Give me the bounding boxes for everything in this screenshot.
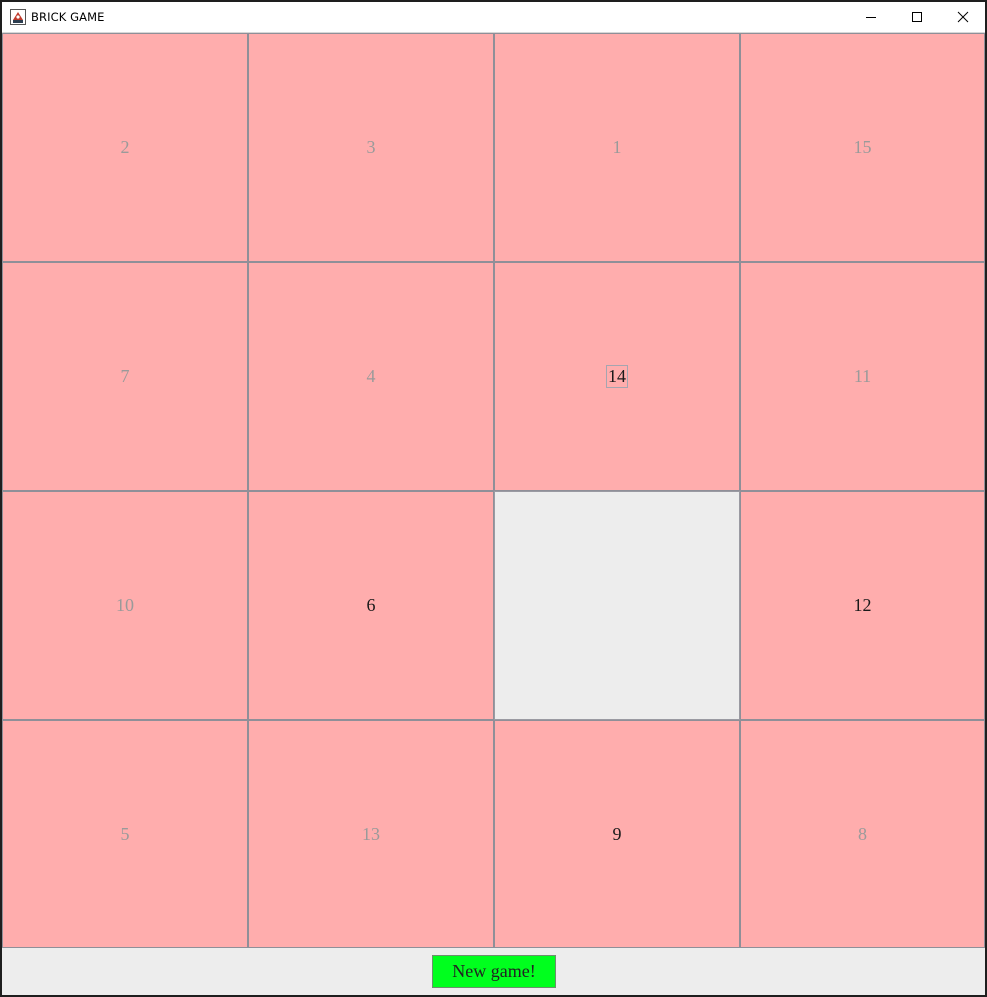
tile-button[interactable]: 13 bbox=[248, 720, 494, 948]
tile-button[interactable]: 9 bbox=[494, 720, 740, 948]
tile-label: 9 bbox=[612, 823, 622, 844]
footer-bar: New game! bbox=[2, 948, 985, 995]
tile-label: 15 bbox=[853, 137, 872, 157]
tile-label: 2 bbox=[120, 137, 130, 157]
empty-slot bbox=[494, 491, 740, 720]
app-window: BRICK GAME 2 3 1 15 7 4 14 11 10 6 12 5 … bbox=[2, 2, 985, 995]
close-button[interactable] bbox=[940, 2, 986, 32]
tile-button[interactable]: 1 bbox=[494, 33, 740, 262]
tile-label: 4 bbox=[366, 366, 376, 386]
minimize-button[interactable] bbox=[848, 2, 894, 32]
tile-label: 13 bbox=[362, 823, 380, 844]
tile-button[interactable]: 15 bbox=[740, 33, 985, 262]
tile-label: 12 bbox=[853, 595, 872, 615]
maximize-icon bbox=[912, 12, 922, 22]
tile-button[interactable]: 14 bbox=[494, 262, 740, 491]
tile-button[interactable]: 7 bbox=[2, 262, 248, 491]
tile-label: 7 bbox=[120, 366, 130, 386]
tile-button[interactable]: 6 bbox=[248, 491, 494, 720]
tile-button[interactable]: 11 bbox=[740, 262, 985, 491]
minimize-icon bbox=[866, 17, 876, 18]
java-app-icon bbox=[10, 9, 26, 25]
tile-button[interactable]: 4 bbox=[248, 262, 494, 491]
tile-button[interactable]: 5 bbox=[2, 720, 248, 948]
tile-label: 6 bbox=[366, 595, 376, 615]
close-icon bbox=[957, 11, 969, 23]
tile-button[interactable]: 2 bbox=[2, 33, 248, 262]
maximize-button[interactable] bbox=[894, 2, 940, 32]
tile-label: 5 bbox=[120, 823, 130, 844]
puzzle-board: 2 3 1 15 7 4 14 11 10 6 12 5 13 9 8 bbox=[2, 33, 985, 948]
tile-label: 11 bbox=[853, 366, 872, 386]
new-game-button[interactable]: New game! bbox=[432, 955, 556, 988]
window-title: BRICK GAME bbox=[31, 10, 105, 24]
tile-button[interactable]: 3 bbox=[248, 33, 494, 262]
tile-label: 10 bbox=[116, 595, 134, 615]
tile-button[interactable]: 12 bbox=[740, 491, 985, 720]
title-bar: BRICK GAME bbox=[2, 2, 985, 33]
tile-label: 1 bbox=[612, 137, 622, 157]
tile-label: 14 bbox=[606, 365, 628, 388]
tile-button[interactable]: 8 bbox=[740, 720, 985, 948]
tile-label: 8 bbox=[858, 823, 867, 844]
tile-label: 3 bbox=[366, 137, 376, 157]
tile-button[interactable]: 10 bbox=[2, 491, 248, 720]
